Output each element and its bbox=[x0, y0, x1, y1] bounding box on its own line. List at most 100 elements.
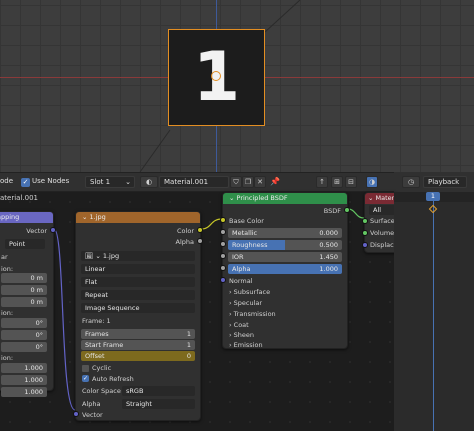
mapping-loc-x[interactable]: 0 m bbox=[1, 273, 47, 283]
start-frame-label: Start Frame bbox=[85, 341, 124, 349]
bsdf-output-label: BSDF bbox=[323, 207, 341, 215]
image-name-label: 1.jpg bbox=[102, 252, 120, 260]
shield-icon[interactable]: ⛉ bbox=[230, 176, 242, 188]
metallic-field[interactable]: Metallic 0.000 bbox=[228, 228, 342, 238]
material-name-field[interactable]: Material.001 bbox=[159, 176, 229, 188]
base-color-input-socket[interactable] bbox=[220, 217, 226, 223]
bsdf-output-socket[interactable] bbox=[344, 207, 350, 213]
cyclic-checkbox[interactable] bbox=[82, 365, 89, 372]
frames-field-label: Frames bbox=[85, 330, 109, 338]
image-node-title[interactable]: ⌄ 1.jpg bbox=[76, 212, 200, 223]
extension-dropdown[interactable]: Repeat bbox=[81, 290, 195, 300]
mapping-rot-x[interactable]: 0° bbox=[1, 318, 47, 328]
source-dropdown[interactable]: Image Sequence bbox=[81, 303, 195, 313]
mapping-scale-x[interactable]: 1.000 bbox=[1, 363, 47, 373]
image-vector-input-socket[interactable] bbox=[73, 411, 79, 417]
image-node-title-text: 1.jpg bbox=[89, 213, 106, 221]
image-color-output-socket[interactable] bbox=[197, 227, 203, 233]
view-toggle-icon[interactable]: ◑ bbox=[366, 176, 378, 188]
displacement-input-socket[interactable] bbox=[362, 242, 368, 248]
mapping-node-title[interactable]: apping bbox=[0, 212, 53, 223]
parent-node-icon[interactable]: ↑ bbox=[316, 176, 328, 188]
current-frame-indicator[interactable]: 1 bbox=[426, 192, 440, 201]
material-sphere-icon[interactable]: ◐ bbox=[140, 176, 158, 188]
alpha-mode-dropdown[interactable]: Straight bbox=[122, 399, 195, 409]
chevron-down-icon: ⌄ bbox=[125, 178, 131, 186]
overlay-icon[interactable]: ⊟ bbox=[345, 176, 357, 188]
image-texture-node[interactable]: ⌄ 1.jpg Color Alpha 🖼 ⌄ 1.jpg Linear Fla… bbox=[73, 211, 203, 421]
source-label: Image Sequence bbox=[85, 304, 140, 312]
projection-dropdown[interactable]: Flat bbox=[81, 277, 195, 287]
snap-icon[interactable]: ⊞ bbox=[331, 176, 343, 188]
extension-label: Repeat bbox=[85, 291, 108, 299]
mapping-loc-z[interactable]: 0 m bbox=[1, 297, 47, 307]
output-target-dropdown[interactable]: All bbox=[369, 205, 395, 215]
bsdf-node-title[interactable]: ⌄ Principled BSDF bbox=[223, 193, 347, 204]
frame-label: Frame: 1 bbox=[82, 317, 111, 325]
playback-dropdown[interactable]: Playback bbox=[423, 176, 467, 188]
ior-input-socket[interactable] bbox=[220, 253, 226, 259]
pin-icon[interactable]: 📌 bbox=[270, 177, 280, 186]
volume-input-socket[interactable] bbox=[362, 230, 368, 236]
timeline-panel[interactable]: 1 bbox=[394, 192, 474, 431]
transmission-label: Transmission bbox=[233, 310, 276, 318]
interpolation-dropdown[interactable]: Linear bbox=[81, 264, 195, 274]
mapping-rot-z[interactable]: 0° bbox=[1, 342, 47, 352]
sheen-panel[interactable]: › Sheen bbox=[229, 331, 254, 339]
image-selector[interactable]: 🖼 ⌄ 1.jpg bbox=[81, 251, 195, 261]
interpolation-label: Linear bbox=[85, 265, 106, 273]
playback-label: Playback bbox=[428, 178, 460, 186]
base-color-label: Base Color bbox=[229, 217, 264, 225]
alpha-label: Alpha bbox=[232, 265, 251, 273]
mapping-node[interactable]: apping Vector Point ar ion: 0 m 0 m 0 m … bbox=[0, 211, 56, 397]
surface-input-socket[interactable] bbox=[362, 218, 368, 224]
slot-dropdown[interactable]: Slot 1 ⌄ bbox=[85, 176, 135, 188]
image-alpha-output-socket[interactable] bbox=[197, 238, 203, 244]
material-output-node[interactable]: ⌄ Materi All Surface Volume Displacer bbox=[362, 192, 400, 253]
emission-label: Emission bbox=[233, 341, 263, 349]
frames-field[interactable]: Frames 1 bbox=[81, 329, 195, 339]
ior-label: IOR bbox=[232, 253, 244, 261]
use-nodes-checkbox[interactable]: ✓ bbox=[21, 178, 30, 187]
duplicate-icon[interactable]: ❐ bbox=[242, 176, 254, 188]
color-space-dropdown[interactable]: sRGB bbox=[122, 386, 195, 396]
metallic-input-socket[interactable] bbox=[220, 229, 226, 235]
mapping-scale-label: ion: bbox=[1, 354, 14, 362]
3d-viewport[interactable]: 1 bbox=[0, 0, 474, 172]
emission-panel[interactable]: › Emission bbox=[229, 341, 263, 349]
slot-label: Slot 1 bbox=[90, 178, 111, 186]
alpha-field[interactable]: Alpha 1.000 bbox=[228, 264, 342, 274]
alpha-input-socket[interactable] bbox=[220, 265, 226, 271]
auto-refresh-checkbox[interactable]: ✓ bbox=[82, 375, 89, 382]
ior-field[interactable]: IOR 1.450 bbox=[228, 252, 342, 262]
mapping-scale-y[interactable]: 1.000 bbox=[1, 375, 47, 385]
start-frame-field[interactable]: Start Frame 1 bbox=[81, 340, 195, 350]
coat-panel[interactable]: › Coat bbox=[229, 321, 249, 329]
normal-input-socket[interactable] bbox=[220, 277, 226, 283]
metallic-value: 0.000 bbox=[319, 229, 338, 237]
output-node-title[interactable]: ⌄ Materi bbox=[365, 193, 397, 204]
mapping-vector-output-socket[interactable] bbox=[50, 227, 56, 233]
alpha-mode-label: Alpha bbox=[82, 400, 101, 408]
subsurface-panel[interactable]: › Subsurface bbox=[229, 288, 270, 296]
offset-field[interactable]: Offset 0 bbox=[81, 351, 195, 361]
object-origin-icon bbox=[211, 71, 221, 81]
mapping-type-dropdown[interactable]: Point bbox=[5, 239, 45, 249]
transmission-panel[interactable]: › Transmission bbox=[229, 310, 276, 318]
roughness-input-socket[interactable] bbox=[220, 241, 226, 247]
ior-value: 1.450 bbox=[319, 253, 338, 261]
principled-bsdf-node[interactable]: ⌄ Principled BSDF BSDF Base Color Metall… bbox=[220, 192, 350, 349]
timeline-editor-icon[interactable]: ◷ bbox=[402, 176, 420, 188]
node-editor-canvas[interactable]: apping Vector Point ar ion: 0 m 0 m 0 m … bbox=[0, 192, 400, 431]
specular-panel[interactable]: › Specular bbox=[229, 299, 262, 307]
mode-label[interactable]: ode bbox=[0, 177, 13, 185]
mapping-loc-y[interactable]: 0 m bbox=[1, 285, 47, 295]
roughness-field[interactable]: Roughness 0.500 bbox=[228, 240, 342, 250]
keyframe-icon[interactable] bbox=[428, 204, 438, 214]
mapping-scale-z[interactable]: 1.000 bbox=[1, 387, 47, 397]
mapping-location-label: ion: bbox=[1, 265, 14, 273]
image-color-output-label: Color bbox=[177, 227, 194, 235]
mapping-rot-y[interactable]: 0° bbox=[1, 330, 47, 340]
volume-label: Volume bbox=[370, 229, 395, 237]
unlink-icon[interactable]: ✕ bbox=[254, 176, 266, 188]
